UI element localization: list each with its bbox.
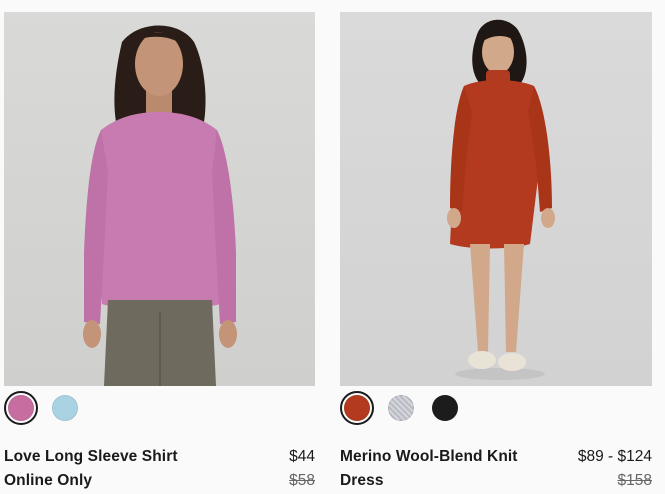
- product-card[interactable]: Love Long Sleeve Shirt Online Only $44 $…: [4, 12, 315, 489]
- product-name-line: Merino Wool-Blend Knit: [340, 448, 518, 465]
- original-price: $158: [617, 472, 652, 489]
- original-price: $58: [289, 472, 315, 489]
- color-swatches: [4, 390, 92, 426]
- sale-price: $44: [289, 448, 315, 465]
- model-pink-long-sleeve-photo: [83, 25, 237, 386]
- product-name-line: Love Long Sleeve Shirt: [4, 448, 178, 465]
- model-red-knit-dress-photo: [447, 19, 555, 380]
- swatch-black[interactable]: [428, 391, 462, 425]
- sale-price: $89 - $124: [577, 448, 652, 465]
- swatch-color: [8, 395, 34, 421]
- swatch-light-blue[interactable]: [48, 391, 82, 425]
- product-name-line: Dress: [340, 472, 384, 489]
- swatch-color: [52, 395, 78, 421]
- swatch-color: [432, 395, 458, 421]
- swatch-color: [344, 395, 370, 421]
- swatch-pink-selected[interactable]: [4, 391, 38, 425]
- product-price: $44 $58: [289, 445, 315, 493]
- product-photo[interactable]: [4, 12, 315, 386]
- color-swatches: [340, 390, 472, 426]
- product-name-link[interactable]: Merino Wool-Blend Knit Dress: [340, 445, 518, 493]
- swatch-color: [388, 395, 414, 421]
- swatch-rust-selected[interactable]: [340, 391, 374, 425]
- product-photo[interactable]: [340, 12, 652, 386]
- product-name-link[interactable]: Love Long Sleeve Shirt Online Only: [4, 445, 178, 493]
- product-name-line: Online Only: [4, 472, 93, 489]
- swatch-heathered-gray[interactable]: [384, 391, 418, 425]
- product-price: $89 - $124 $158: [578, 445, 652, 493]
- product-card[interactable]: Merino Wool-Blend Knit Dress $89 - $124 …: [340, 12, 652, 489]
